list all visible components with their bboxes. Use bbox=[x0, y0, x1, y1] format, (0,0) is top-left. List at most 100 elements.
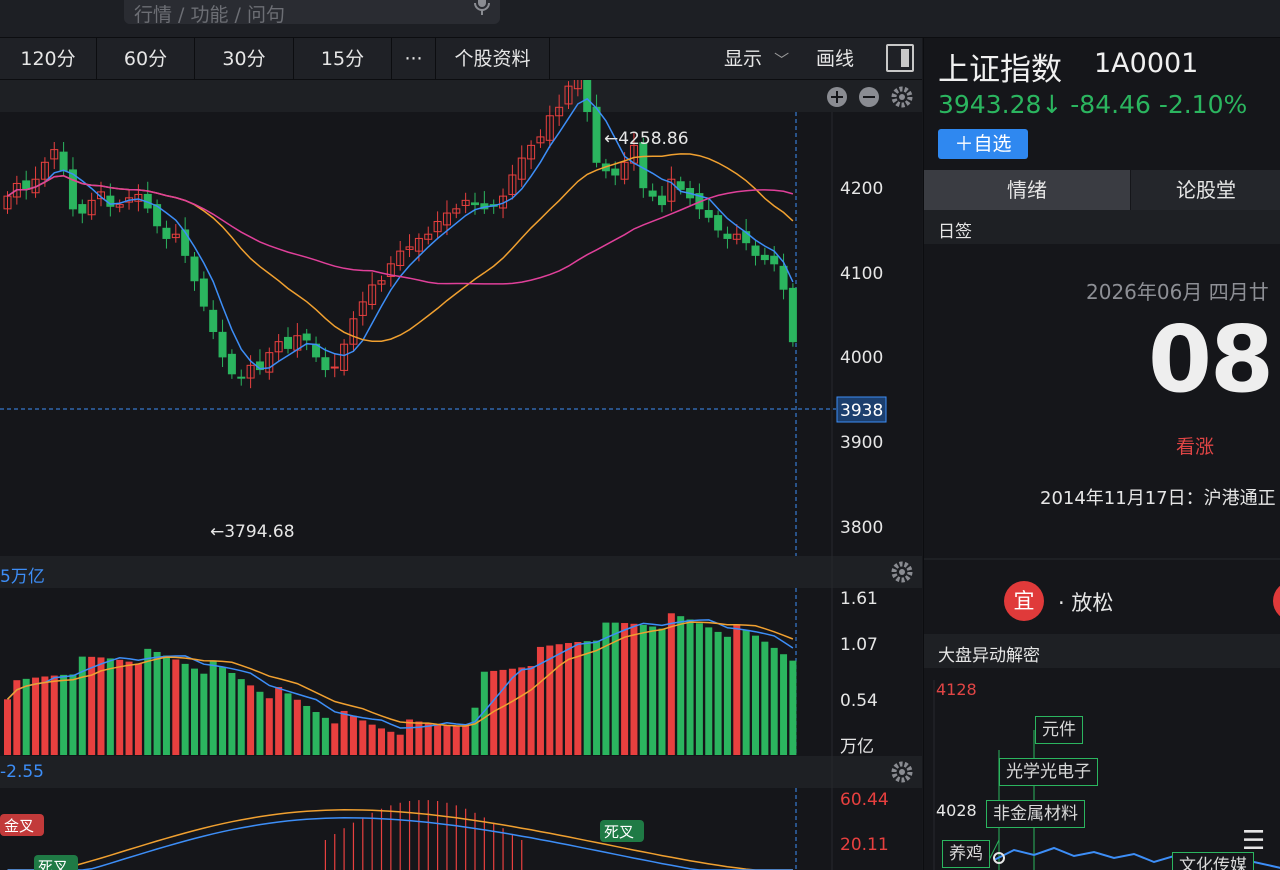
price-axis-label: 4000 bbox=[840, 348, 883, 368]
volume-bar bbox=[88, 656, 96, 755]
chevron-down-icon: ﹀ bbox=[774, 51, 790, 69]
volume-bar bbox=[331, 723, 339, 755]
candle-body bbox=[714, 215, 723, 231]
display-label: 显示 bbox=[724, 48, 763, 70]
macd-gear-icon[interactable] bbox=[891, 761, 913, 783]
period-15m-button[interactable]: 15分 bbox=[294, 38, 392, 80]
current-price-label: 3938 bbox=[840, 401, 883, 421]
candle-body bbox=[190, 256, 199, 282]
volume-unit-label: 万亿 bbox=[840, 737, 874, 757]
anomaly-tag[interactable]: 养鸡 bbox=[942, 840, 990, 868]
volume-bar bbox=[303, 705, 311, 755]
stock-profile-button[interactable]: 个股资料 bbox=[436, 38, 550, 80]
volume-bar bbox=[752, 635, 759, 755]
candle-body bbox=[22, 180, 31, 190]
volume-bar bbox=[22, 678, 30, 755]
volume-bar bbox=[639, 624, 647, 755]
draw-line-button[interactable]: 画线 bbox=[816, 38, 854, 80]
volume-bar bbox=[677, 616, 685, 755]
add-watchlist-button[interactable]: ＋自选 bbox=[938, 129, 1028, 159]
high-price-label: ←4258.86 bbox=[604, 129, 689, 149]
volume-bar bbox=[723, 636, 731, 755]
volume-average-line bbox=[6, 621, 794, 727]
zoom-out-icon[interactable] bbox=[859, 87, 879, 107]
anomaly-title: 大盘异动解密 bbox=[938, 646, 1040, 666]
menu-icon[interactable]: ☰ bbox=[1242, 826, 1265, 856]
search-input[interactable]: 行情 / 功能 / 问句 bbox=[124, 0, 500, 26]
volume-bar bbox=[574, 641, 582, 755]
candle-body bbox=[723, 233, 732, 239]
volume-average-line bbox=[6, 619, 794, 729]
volume-bar bbox=[434, 724, 442, 755]
volume-bar bbox=[50, 675, 58, 755]
candle-body bbox=[218, 331, 227, 358]
candle-body bbox=[583, 80, 592, 113]
tab-forum[interactable]: 论股堂 bbox=[1131, 170, 1280, 210]
calendar-day: 08 bbox=[1148, 306, 1274, 413]
volume-bar bbox=[60, 674, 68, 755]
volume-bar bbox=[153, 651, 161, 755]
volume-gear-icon[interactable] bbox=[891, 561, 913, 583]
tab-sentiment[interactable]: 情绪 bbox=[924, 170, 1130, 210]
volume-bar bbox=[761, 641, 769, 755]
volume-bar bbox=[387, 731, 395, 755]
volume-bar bbox=[349, 715, 357, 755]
volume-bar bbox=[106, 658, 114, 755]
volume-bar bbox=[406, 719, 414, 755]
macd-axis-label: 20.11 bbox=[840, 835, 889, 855]
panel-toggle-icon[interactable] bbox=[886, 44, 914, 72]
microphone-icon[interactable] bbox=[474, 0, 490, 16]
period-60m-button[interactable]: 60分 bbox=[97, 38, 195, 80]
candle-body bbox=[779, 265, 788, 290]
search-placeholder: 行情 / 功能 / 问句 bbox=[134, 4, 285, 26]
right-panel: 上证指数 1A0001 3943.28↓ -84.46 -2.10% ＋自选 情… bbox=[923, 38, 1280, 870]
gear-icon[interactable] bbox=[891, 86, 913, 108]
candle-body bbox=[760, 254, 769, 261]
volume-bar bbox=[116, 659, 124, 755]
candle-body bbox=[78, 204, 87, 214]
period-120m-button[interactable]: 120分 bbox=[0, 38, 97, 80]
display-dropdown[interactable]: 显示 ﹀ bbox=[724, 38, 789, 80]
volume-bar bbox=[593, 640, 601, 755]
calendar-date: 2026年06月 四月廿 bbox=[1086, 280, 1269, 304]
volume-bar bbox=[471, 707, 479, 755]
death-cross-label: 死叉 bbox=[604, 823, 634, 841]
top-bar: 行情 / 功能 / 问句 bbox=[0, 0, 1280, 38]
history-event: 2014年11月17日：沪港通正 bbox=[1040, 488, 1276, 509]
anomaly-tag[interactable]: 元件 bbox=[1035, 716, 1083, 744]
period-30m-button[interactable]: 30分 bbox=[195, 38, 294, 80]
volume-bar bbox=[219, 667, 227, 755]
volume-bar bbox=[256, 691, 264, 755]
candle-body bbox=[321, 357, 330, 371]
candle-body bbox=[788, 287, 797, 343]
index-name: 上证指数 bbox=[938, 52, 1062, 88]
more-periods-button[interactable]: ··· bbox=[392, 38, 436, 80]
chart-canvas[interactable]: 4200 4100 4000 3900 3800 3938 ←4258.86 ←… bbox=[0, 80, 922, 870]
anomaly-tag[interactable]: 非金属材料 bbox=[986, 800, 1085, 828]
kline-chart[interactable]: 5万亿 -2.55 4200 4100 4000 3900 3800 3938 … bbox=[0, 80, 922, 870]
zoom-in-icon[interactable] bbox=[827, 87, 847, 107]
candle-body bbox=[162, 227, 171, 239]
avoid-badge bbox=[1273, 581, 1280, 621]
price-axis-label: 3900 bbox=[840, 433, 883, 453]
volume-bar bbox=[583, 641, 591, 755]
candle-body bbox=[237, 376, 246, 379]
volume-bar bbox=[396, 734, 404, 755]
daily-sign-header: 日签 bbox=[924, 210, 1280, 244]
volume-bar bbox=[462, 725, 470, 755]
candle-body bbox=[704, 210, 713, 218]
candle-body bbox=[639, 142, 648, 189]
candle-body bbox=[751, 245, 760, 256]
volume-bar bbox=[125, 661, 133, 755]
golden-cross-label: 金叉 bbox=[4, 817, 34, 835]
volume-bar bbox=[41, 676, 49, 755]
anomaly-tag[interactable]: 光学光电子 bbox=[999, 758, 1098, 786]
volume-bar bbox=[368, 724, 376, 755]
volume-bar bbox=[649, 626, 657, 755]
candle-body bbox=[770, 255, 779, 265]
volume-bar bbox=[555, 644, 563, 755]
volume-bar bbox=[134, 663, 142, 755]
volume-bar bbox=[621, 623, 629, 755]
candle-body bbox=[181, 229, 190, 256]
market-mood: 看涨 bbox=[1176, 436, 1215, 458]
